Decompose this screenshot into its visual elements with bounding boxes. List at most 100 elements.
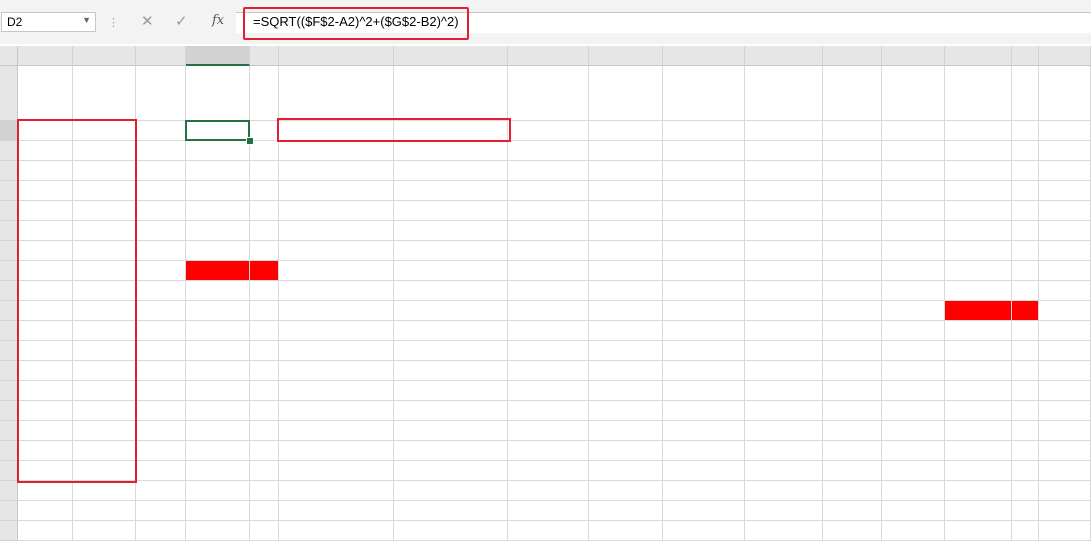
column-header-O[interactable] xyxy=(882,46,945,66)
cell-value-C19[interactable] xyxy=(136,461,186,481)
cell-value-C7[interactable] xyxy=(136,221,186,241)
cell-value-P5[interactable] xyxy=(945,181,1012,201)
cell-E14[interactable] xyxy=(250,361,279,381)
cell-G22[interactable] xyxy=(394,521,508,541)
cell-K19[interactable] xyxy=(663,461,745,481)
cell-E18[interactable] xyxy=(250,441,279,461)
header-K[interactable] xyxy=(663,66,745,121)
fx-icon[interactable]: fx xyxy=(212,13,224,28)
cell-F16[interactable] xyxy=(279,401,394,421)
cell-value-P10[interactable] xyxy=(945,281,1012,301)
row-header-6[interactable] xyxy=(0,201,18,221)
cell-R6[interactable] xyxy=(1039,201,1091,221)
cell-E10[interactable] xyxy=(250,281,279,301)
cell-value-D8[interactable] xyxy=(186,241,250,261)
cell-K11[interactable] xyxy=(663,301,745,321)
cell-R3[interactable] xyxy=(1039,141,1091,161)
cell-J18[interactable] xyxy=(589,441,663,461)
cell-value-Q11[interactable] xyxy=(1012,301,1039,321)
cell-value-D9[interactable] xyxy=(186,261,250,281)
cell-I12[interactable] xyxy=(508,321,589,341)
cell-E11[interactable] xyxy=(250,301,279,321)
row-header-13[interactable] xyxy=(0,341,18,361)
cell-G17[interactable] xyxy=(394,421,508,441)
cell-R4[interactable] xyxy=(1039,161,1091,181)
cell-R7[interactable] xyxy=(1039,221,1091,241)
cell-R1[interactable] xyxy=(1039,66,1091,121)
cell-value-O2[interactable] xyxy=(882,121,945,141)
cell-value-O14[interactable] xyxy=(882,361,945,381)
row-header-7[interactable] xyxy=(0,221,18,241)
cell-R19[interactable] xyxy=(1039,461,1091,481)
fill-handle[interactable] xyxy=(246,137,254,145)
cell-Q17[interactable] xyxy=(1012,421,1039,441)
header-N[interactable] xyxy=(823,66,882,121)
header-L[interactable] xyxy=(745,66,823,121)
cell-K4[interactable] xyxy=(663,161,745,181)
column-header-J[interactable] xyxy=(589,46,663,66)
cell-R21[interactable] xyxy=(1039,501,1091,521)
cell-K8[interactable] xyxy=(663,241,745,261)
cell-D22[interactable] xyxy=(186,521,250,541)
cell-I13[interactable] xyxy=(508,341,589,361)
cell-value-C12[interactable] xyxy=(136,321,186,341)
cell-E19[interactable] xyxy=(250,461,279,481)
cell-J9[interactable] xyxy=(589,261,663,281)
cell-J20[interactable] xyxy=(589,481,663,501)
cell-value-C4[interactable] xyxy=(136,161,186,181)
cell-value-P14[interactable] xyxy=(945,361,1012,381)
cell-K18[interactable] xyxy=(663,441,745,461)
cell-R18[interactable] xyxy=(1039,441,1091,461)
cell-value-D16[interactable] xyxy=(186,401,250,421)
cell-N21[interactable] xyxy=(823,501,882,521)
cell-Q1[interactable] xyxy=(1012,66,1039,121)
header-D[interactable] xyxy=(186,66,250,121)
row-header-14[interactable] xyxy=(0,361,18,381)
cell-value-D3[interactable] xyxy=(186,141,250,161)
cell-K5[interactable] xyxy=(663,181,745,201)
cell-I6[interactable] xyxy=(508,201,589,221)
cell-I8[interactable] xyxy=(508,241,589,261)
close-icon[interactable]: ✕ xyxy=(141,12,154,30)
cell-G20[interactable] xyxy=(394,481,508,501)
cell-D20[interactable] xyxy=(186,481,250,501)
cell-K6[interactable] xyxy=(663,201,745,221)
header-A[interactable] xyxy=(18,66,73,121)
cell-value-E9[interactable] xyxy=(250,261,279,281)
cell-N20[interactable] xyxy=(823,481,882,501)
cell-value-Q8[interactable] xyxy=(1012,241,1039,261)
cell-Q20[interactable] xyxy=(1012,481,1039,501)
cell-G19[interactable] xyxy=(394,461,508,481)
cell-value-E8[interactable] xyxy=(250,241,279,261)
column-header-F[interactable] xyxy=(279,46,394,66)
cell-E12[interactable] xyxy=(250,321,279,341)
cell-F21[interactable] xyxy=(279,501,394,521)
cell-R16[interactable] xyxy=(1039,401,1091,421)
cell-value-C14[interactable] xyxy=(136,361,186,381)
cell-value-Q6[interactable] xyxy=(1012,201,1039,221)
cell-value-P13[interactable] xyxy=(945,341,1012,361)
cell-value-P4[interactable] xyxy=(945,161,1012,181)
cell-value-O6[interactable] xyxy=(882,201,945,221)
cell-E16[interactable] xyxy=(250,401,279,421)
cell-value-O4[interactable] xyxy=(882,161,945,181)
row-header-2[interactable] xyxy=(0,121,18,141)
cell-J8[interactable] xyxy=(589,241,663,261)
cell-value-D10[interactable] xyxy=(186,281,250,301)
cell-value-C16[interactable] xyxy=(136,401,186,421)
cell-E1[interactable] xyxy=(250,66,279,121)
cell-value-O16[interactable] xyxy=(882,401,945,421)
cell-A22[interactable] xyxy=(18,521,73,541)
cell-C21[interactable] xyxy=(136,501,186,521)
header-I[interactable] xyxy=(508,66,589,121)
cell-L12[interactable] xyxy=(745,321,823,341)
cell-J17[interactable] xyxy=(589,421,663,441)
cell-P20[interactable] xyxy=(945,481,1012,501)
cell-L13[interactable] xyxy=(745,341,823,361)
cell-value-N4[interactable] xyxy=(823,161,882,181)
cell-K20[interactable] xyxy=(663,481,745,501)
cell-K16[interactable] xyxy=(663,401,745,421)
cell-R15[interactable] xyxy=(1039,381,1091,401)
cell-G15[interactable] xyxy=(394,381,508,401)
cell-value-N9[interactable] xyxy=(823,261,882,281)
